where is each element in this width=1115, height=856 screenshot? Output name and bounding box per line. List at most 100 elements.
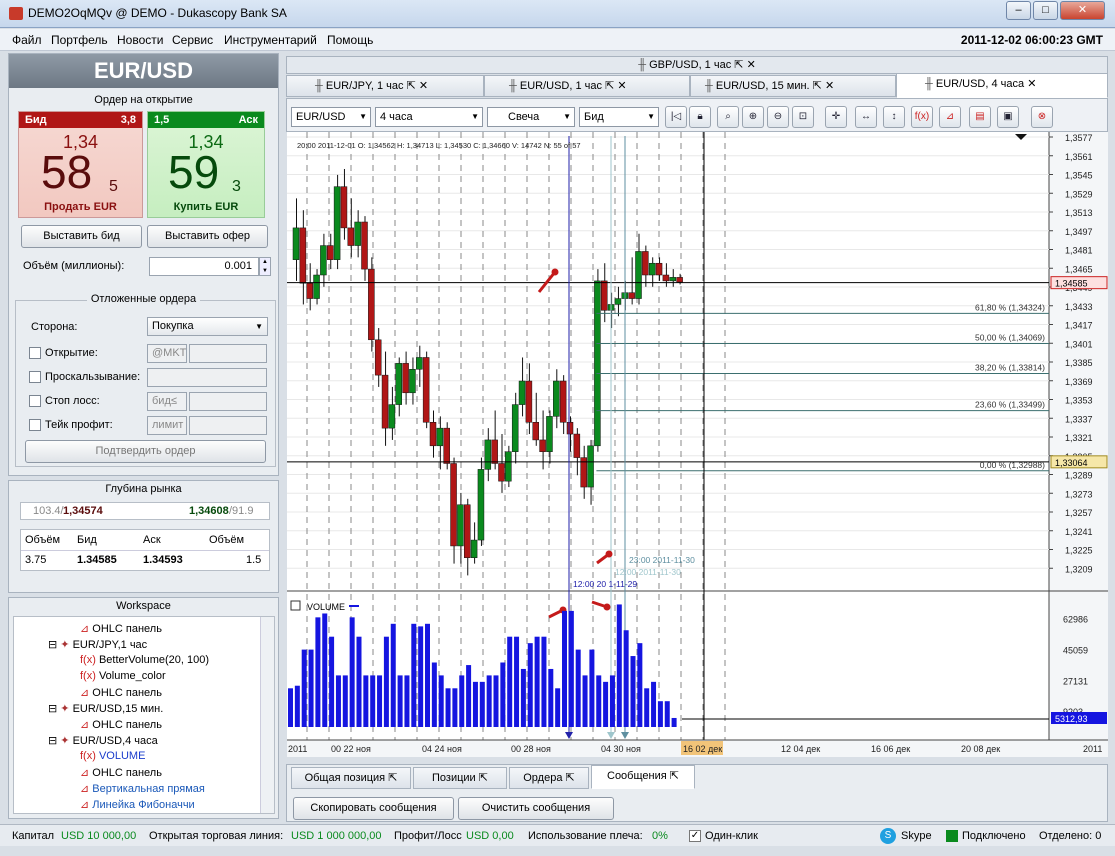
maximize-button[interactable]: □ — [1033, 1, 1058, 20]
tab-eurjpy[interactable]: ╫ EUR/JPY, 1 час ⇱ ✕ — [286, 75, 484, 97]
volume-input[interactable]: 0.001 — [149, 257, 259, 276]
volume-tick-label: 62986 — [1063, 615, 1088, 625]
place-offer-button[interactable]: Выставить офер — [147, 225, 268, 248]
x-tick-label: 2011 — [1083, 744, 1102, 754]
menu-service[interactable]: Сервис — [172, 33, 213, 47]
clear-messages-button[interactable]: Очистить сообщения — [458, 797, 614, 820]
tab-overall-position[interactable]: Общая позиция ⇱ — [291, 767, 411, 789]
undock-icon[interactable]: ⇱ — [670, 770, 679, 782]
vertical-scale-icon[interactable]: ↕ — [883, 106, 905, 128]
undock-icon[interactable]: ⇱ — [813, 80, 822, 92]
chart-type-select[interactable]: Свеча — [487, 107, 575, 127]
tab-gbpusd[interactable]: ╫ GBP/USD, 1 час ⇱ ✕ — [286, 56, 1108, 74]
zoom-in-icon[interactable]: ⊕ — [742, 106, 764, 128]
menu-help[interactable]: Помощь — [327, 33, 373, 47]
close-icon[interactable]: ✕ — [747, 59, 756, 71]
lock-icon[interactable]: 🔒︎ — [689, 106, 711, 128]
slippage-input[interactable] — [147, 368, 267, 387]
skype-icon[interactable]: S — [880, 828, 896, 844]
undock-icon[interactable]: ⇱ — [605, 80, 614, 92]
confirm-order-button[interactable]: Подтвердить ордер — [25, 440, 266, 463]
close-icon[interactable]: ✕ — [825, 80, 834, 92]
minimize-button[interactable]: – — [1006, 1, 1031, 20]
undock-icon[interactable]: ⇱ — [407, 80, 416, 92]
slippage-checkbox[interactable] — [29, 371, 41, 383]
market-depth-panel: Глубина рынка 103.4/1,34574 1,34608/91.9… — [8, 480, 279, 593]
indicators-icon[interactable]: f(x) — [911, 106, 933, 128]
tab-orders[interactable]: Ордера ⇱ — [509, 767, 589, 789]
list-item[interactable]: ⊿ OHLC панель — [80, 718, 162, 731]
horizontal-scale-icon[interactable]: ↔ — [855, 106, 877, 128]
chart-area[interactable]: 1,3577 1,3561 1,3545 1,3529 1,3513 1,3497 1,34… — [287, 132, 1108, 757]
one-click-checkbox[interactable]: ✓ — [689, 830, 701, 842]
menu-news[interactable]: Новости — [117, 33, 163, 47]
volume-stepper[interactable]: ▲ ▼ — [259, 257, 271, 276]
skype-label[interactable]: Skype — [901, 830, 932, 842]
take-profit-price-input[interactable] — [189, 416, 267, 435]
buy-label: Купить EUR — [173, 201, 239, 213]
tab-eurusd-4h[interactable]: ╫ EUR/USD, 4 часа ✕ — [896, 73, 1108, 98]
undock-icon[interactable]: ⇱ — [479, 772, 488, 784]
stop-loss-price-input[interactable] — [189, 392, 267, 411]
period-select[interactable]: 4 часа — [375, 107, 483, 127]
stop-loss-checkbox[interactable] — [29, 395, 41, 407]
list-item[interactable]: ⊿ OHLC панель — [80, 622, 162, 635]
list-item[interactable]: ⊟ ✦ EUR/JPY,1 час — [48, 638, 147, 651]
close-icon[interactable]: ✕ — [419, 80, 428, 92]
scroll-to-end-icon[interactable]: |◁ — [665, 106, 687, 128]
list-item[interactable]: ⊿ OHLC панель — [80, 686, 162, 699]
templates-icon[interactable]: ▤ — [969, 106, 991, 128]
list-item[interactable]: f(x) Volume_color — [80, 670, 166, 682]
close-icon[interactable]: ✕ — [1027, 78, 1036, 90]
zoom-icon[interactable]: ⌕ — [717, 106, 739, 128]
list-item[interactable]: ⊟ ✦ EUR/USD,15 мин. — [48, 702, 163, 715]
save-icon[interactable]: ▣ — [997, 106, 1019, 128]
line-icon: ⊿ — [80, 783, 90, 795]
close-icon[interactable]: ✕ — [617, 80, 626, 92]
take-profit-checkbox[interactable] — [29, 419, 41, 431]
workspace-scrollbar[interactable] — [260, 617, 274, 813]
list-item[interactable]: ⊿ OHLC панель — [80, 766, 162, 779]
candle-icon: ╫ — [925, 78, 933, 90]
menu-file[interactable]: Файл — [12, 33, 42, 47]
open-type-input[interactable]: @MKT — [147, 344, 187, 363]
price-side-select[interactable]: Бид — [579, 107, 659, 127]
list-item[interactable]: ⊿ Вертикальная прямая — [80, 782, 205, 795]
list-item[interactable]: ⊿ Линейка Фибоначчи — [80, 798, 195, 811]
undock-icon[interactable]: ⇱ — [566, 772, 575, 784]
close-button[interactable]: ✕ — [1060, 1, 1105, 20]
stop-loss-type-input[interactable]: бид≤ — [147, 392, 187, 411]
tab-positions[interactable]: Позиции ⇱ — [413, 767, 507, 789]
zoom-fit-icon[interactable]: ⊡ — [792, 106, 814, 128]
volume-bar — [609, 675, 615, 727]
zoom-out-icon[interactable]: ⊖ — [767, 106, 789, 128]
instrument-select[interactable]: EUR/USD — [291, 107, 371, 127]
drawings-icon[interactable]: ⊿ — [939, 106, 961, 128]
open-price-input[interactable] — [189, 344, 267, 363]
ask-label: Аск — [238, 114, 258, 126]
menu-tools[interactable]: Инструментарий — [224, 33, 317, 47]
take-profit-type-input[interactable]: лимит — [147, 416, 187, 435]
ask-box[interactable]: 1,5 Аск 1,34 59 3 Купить EUR — [147, 111, 265, 218]
list-item[interactable]: f(x) BetterVolume(20, 100) — [80, 654, 209, 666]
list-item[interactable]: ⊟ ✦ EUR/USD,4 часа — [48, 734, 158, 747]
bid-box[interactable]: Бид 3,8 1,34 58 5 Продать EUR — [18, 111, 143, 218]
tab-eurusd-1h[interactable]: ╫ EUR/USD, 1 час ⇱ ✕ — [484, 75, 690, 97]
copy-messages-button[interactable]: Скопировать сообщения — [293, 797, 454, 820]
table-row[interactable]: 3.75 1.34585 1.34593 1.5 — [21, 550, 269, 566]
volume-bar — [514, 636, 520, 727]
list-item[interactable]: f(x) VOLUME — [80, 750, 145, 762]
price-axis — [1049, 132, 1108, 757]
tab-eurusd-15m[interactable]: ╫ EUR/USD, 15 мин. ⇱ ✕ — [690, 75, 896, 97]
stop-icon[interactable]: ⊗ — [1031, 106, 1053, 128]
menu-portfolio[interactable]: Портфель — [51, 33, 108, 47]
side-select[interactable]: Покупка ▼ — [147, 317, 268, 336]
open-checkbox[interactable] — [29, 347, 41, 359]
crosshair-icon[interactable]: ✛ — [825, 106, 847, 128]
market-depth-title: Глубина рынка — [105, 483, 182, 495]
candle — [464, 504, 471, 558]
undock-icon[interactable]: ⇱ — [388, 772, 397, 784]
undock-icon[interactable]: ⇱ — [734, 59, 743, 71]
place-bid-button[interactable]: Выставить бид — [21, 225, 142, 248]
tab-messages[interactable]: Сообщения ⇱ — [591, 765, 695, 789]
